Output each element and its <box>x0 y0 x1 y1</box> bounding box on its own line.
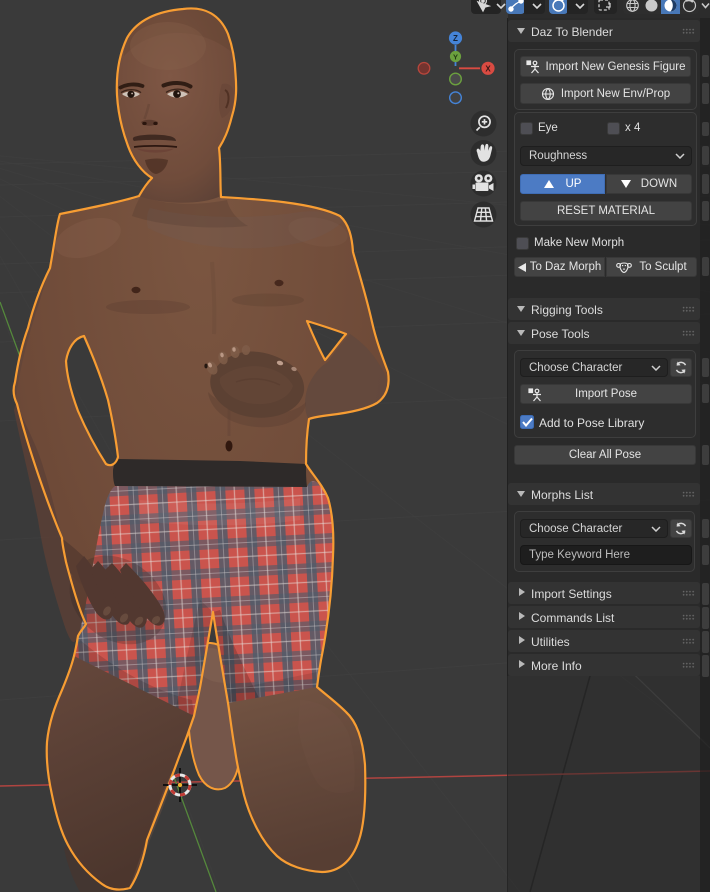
svg-text:X: X <box>485 64 491 73</box>
svg-text:Y: Y <box>453 52 458 61</box>
svg-text:Z: Z <box>453 34 458 43</box>
